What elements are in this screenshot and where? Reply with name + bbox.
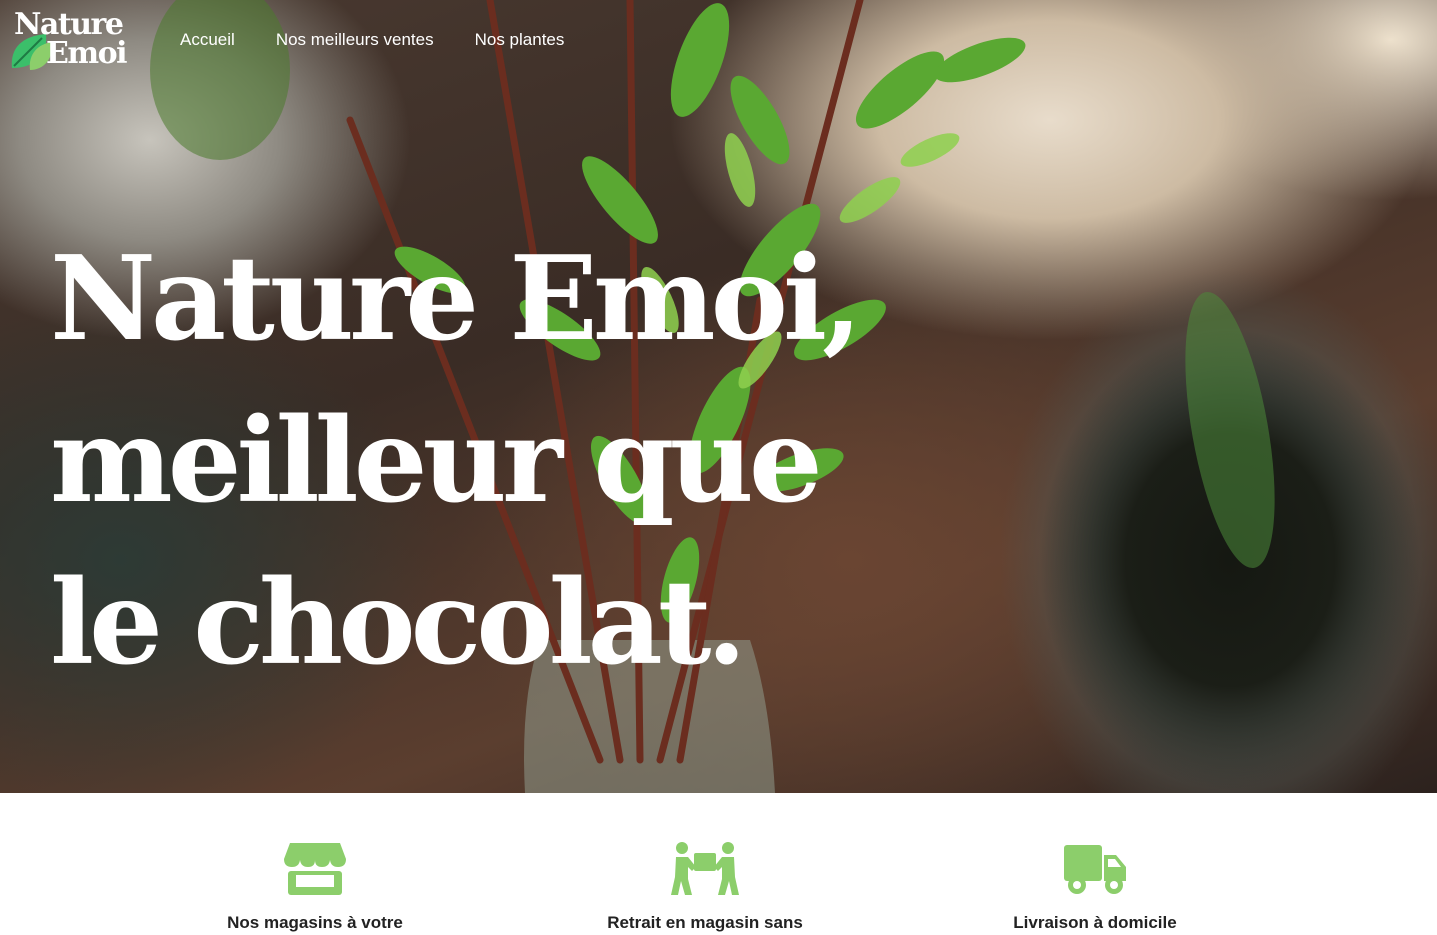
nav-link-meilleurs-ventes[interactable]: Nos meilleurs ventes: [276, 30, 434, 50]
site-header: Nature Emoi Accueil Nos meilleurs ventes…: [0, 0, 1437, 84]
hero-title-line-1: Nature Emoi,: [50, 231, 862, 367]
hero-title: Nature Emoi, meilleur que le chocolat.: [50, 218, 950, 704]
logo-text-emoi: Emoi: [46, 36, 128, 71]
feature-home-delivery: Livraison à domicile: [945, 841, 1245, 934]
delivery-truck-icon: [1064, 845, 1126, 894]
main-nav: Accueil Nos meilleurs ventes Nos plantes: [180, 30, 605, 50]
hero-title-line-2: meilleur que: [50, 393, 823, 529]
hero-title-line-3: le chocolat.: [50, 555, 747, 691]
feature-label-stores: Nos magasins à votre: [227, 913, 403, 932]
feature-store-pickup: Retrait en magasin sans: [555, 841, 855, 934]
people-carry-box-icon: [671, 842, 739, 895]
store-icon: [284, 843, 346, 895]
feature-label-store-pickup: Retrait en magasin sans: [607, 913, 803, 932]
brand-logo[interactable]: Nature Emoi: [8, 6, 140, 72]
features-section: Nos magasins à votre Retrait en magasin …: [0, 793, 1437, 935]
feature-stores: Nos magasins à votre: [165, 841, 465, 934]
feature-label-home-delivery: Livraison à domicile: [1013, 913, 1177, 932]
nav-link-nos-plantes[interactable]: Nos plantes: [475, 30, 565, 50]
nav-link-accueil[interactable]: Accueil: [180, 30, 235, 50]
